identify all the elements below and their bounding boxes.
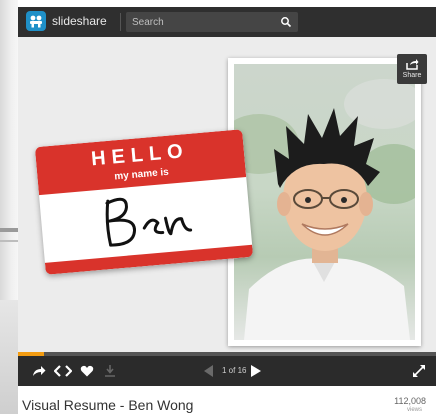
view-count: 112,008 bbox=[394, 396, 426, 406]
search-box bbox=[126, 12, 298, 32]
view-count-label: views bbox=[406, 407, 422, 413]
edge-rule bbox=[0, 240, 18, 242]
edge-shade bbox=[0, 300, 18, 414]
slide-photo-frame bbox=[228, 58, 421, 346]
download-icon[interactable] bbox=[104, 364, 116, 378]
slideshare-logo-icon[interactable] bbox=[26, 11, 46, 31]
handwritten-signature bbox=[105, 197, 193, 247]
fullscreen-icon[interactable] bbox=[412, 364, 426, 378]
player-controls: 1 of 16 bbox=[18, 356, 436, 386]
adjacent-page-edge bbox=[0, 0, 18, 414]
share-icon bbox=[406, 59, 419, 70]
share-button[interactable]: Share bbox=[397, 54, 427, 84]
embed-icon[interactable] bbox=[54, 364, 72, 378]
brand-name[interactable]: slideshare bbox=[52, 14, 107, 28]
heart-icon[interactable] bbox=[80, 364, 94, 378]
hello-name-tag: HELLO my name is bbox=[34, 129, 254, 275]
edge-rule bbox=[0, 228, 18, 232]
share-label: Share bbox=[402, 72, 422, 79]
search-icon[interactable] bbox=[280, 16, 292, 28]
slide-counter: 1 of 16 bbox=[222, 366, 247, 375]
divider bbox=[120, 13, 121, 31]
prev-icon[interactable] bbox=[202, 364, 214, 378]
next-icon[interactable] bbox=[250, 364, 262, 378]
presentation-title[interactable]: Visual Resume - Ben Wong bbox=[22, 397, 193, 413]
search-input[interactable] bbox=[132, 15, 272, 29]
portrait-photo bbox=[234, 64, 415, 340]
share-arrow-icon[interactable] bbox=[32, 364, 46, 378]
top-bar: slideshare bbox=[18, 7, 436, 37]
